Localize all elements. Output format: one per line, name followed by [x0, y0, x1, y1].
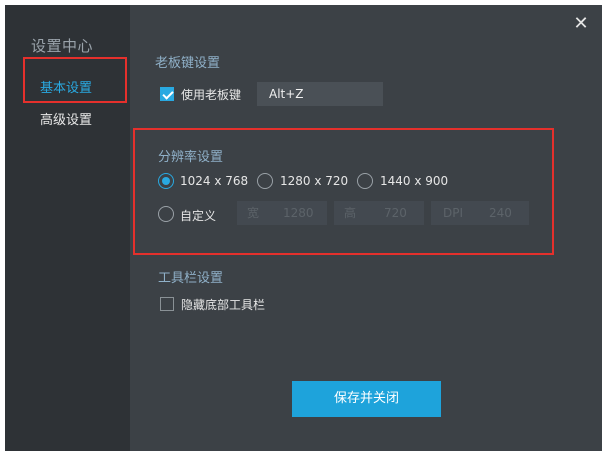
resolution-option-label-1280x720: 1280 x 720 [280, 174, 349, 188]
close-icon: ✕ [573, 13, 589, 34]
resolution-option-label-1024x768: 1024 x 768 [180, 174, 249, 188]
boss-key-checkbox[interactable] [160, 87, 174, 101]
sidebar-item-advanced-settings[interactable]: 高级设置 [40, 109, 92, 128]
hide-toolbar-checkbox-label: 隐藏底部工具栏 [181, 298, 266, 312]
sidebar: 设置中心 基本设置 高级设置 [5, 5, 130, 451]
boss-key-hotkey-input[interactable]: Alt+Z [257, 82, 383, 106]
custom-width-label: 宽 [247, 206, 260, 220]
sidebar-title: 设置中心 [31, 37, 94, 55]
boss-key-section-title: 老板键设置 [155, 56, 221, 71]
toolbar-section-title: 工具栏设置 [158, 271, 224, 286]
boss-key-checkbox-label: 使用老板键 [181, 88, 242, 102]
resolution-radio-custom[interactable] [158, 206, 174, 222]
custom-height-label: 高 [344, 206, 357, 220]
resolution-option-label-1440x900: 1440 x 900 [380, 174, 449, 188]
resolution-radio-1280x720[interactable] [257, 173, 273, 189]
close-button[interactable]: ✕ [570, 13, 592, 35]
resolution-radio-1440x900[interactable] [357, 173, 373, 189]
settings-window: 设置中心 基本设置 高级设置 ✕ 老板键设置 使用老板键 Alt+Z 分辨率设置… [5, 5, 602, 451]
resolution-radio-1024x768[interactable] [158, 173, 174, 189]
custom-height-value: 720 [384, 206, 407, 220]
resolution-section-title: 分辨率设置 [158, 150, 224, 165]
custom-dpi-field[interactable]: DPI 240 [431, 201, 529, 225]
save-and-close-button[interactable]: 保存并关闭 [292, 381, 441, 417]
hide-toolbar-checkbox[interactable] [160, 297, 174, 311]
resolution-custom-label: 自定义 [180, 209, 217, 223]
custom-dpi-label: DPI [443, 206, 464, 220]
custom-width-value: 1280 [283, 206, 314, 220]
sidebar-item-basic-settings[interactable]: 基本设置 [40, 77, 92, 96]
custom-width-field[interactable]: 宽 1280 [237, 201, 327, 225]
custom-dpi-value: 240 [489, 206, 512, 220]
custom-height-field[interactable]: 高 720 [334, 201, 424, 225]
